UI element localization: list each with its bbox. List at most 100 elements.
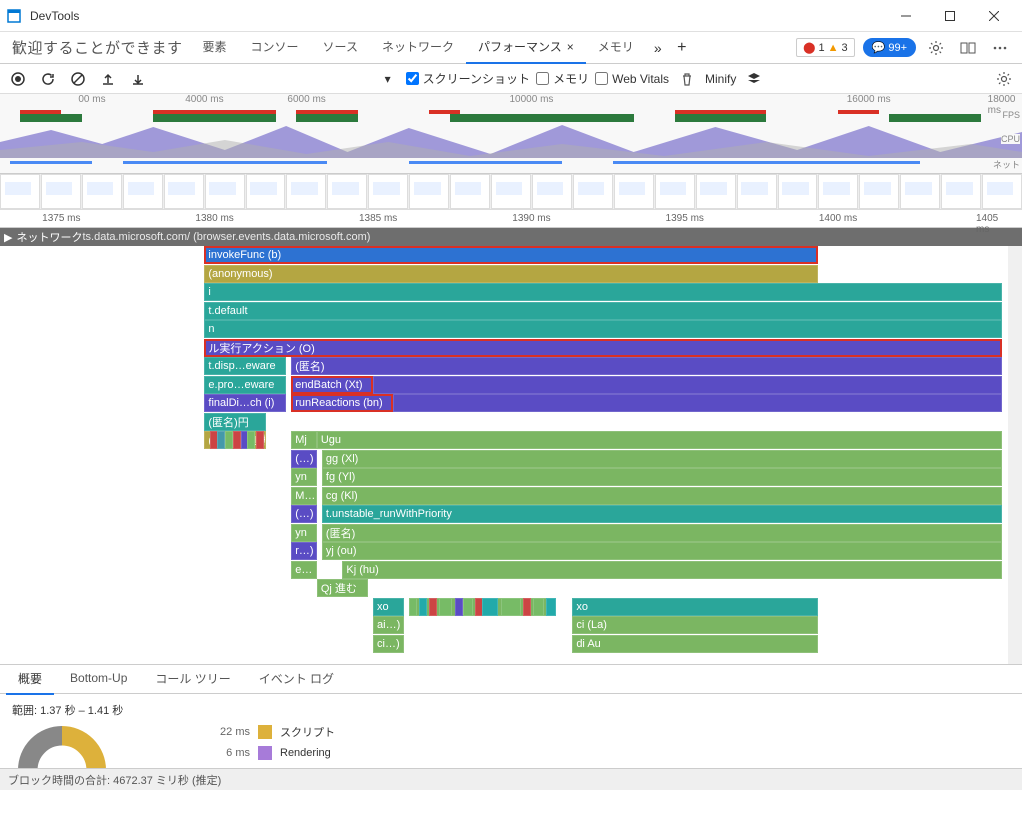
flame-bar[interactable]: yn [291, 468, 317, 486]
flame-bar[interactable]: invokeFunc (b) [204, 246, 817, 264]
record-button[interactable] [6, 67, 30, 91]
tab-console[interactable]: コンソー [239, 31, 311, 64]
flame-bar[interactable]: t.disp…eware [204, 357, 286, 375]
flame-scrollbar[interactable] [1008, 246, 1022, 664]
tab-eventlog[interactable]: イベント ログ [247, 664, 346, 695]
flame-bar[interactable]: (匿名) [291, 357, 1001, 375]
flame-bar[interactable]: Kj (hu) [342, 561, 1001, 579]
status-text: ブロック時間の合計: 4672.37 ミリ秒 (推定) [8, 772, 221, 788]
flame-bar[interactable]: (…) [291, 450, 317, 468]
issues-badge[interactable]: ⬤1 ▲3 [796, 38, 854, 57]
tab-elements[interactable]: 要素 [191, 31, 239, 64]
dock-icon[interactable] [956, 36, 980, 60]
tab-performance-label: パフォーマンス [478, 38, 562, 55]
flame-bar[interactable]: yj (ou) [322, 542, 1002, 560]
flame-bar[interactable]: (匿名)円 [204, 413, 265, 431]
network-track-label: ネットワーク [16, 229, 82, 245]
details-tabbar: 概要 Bottom-Up コール ツリー イベント ログ [0, 664, 1022, 694]
tab-summary[interactable]: 概要 [6, 664, 54, 695]
summary-range: 範囲: 1.37 秒 – 1.41 秒 [12, 702, 1010, 718]
flame-bar[interactable]: ci…) [373, 635, 404, 653]
titlebar: DevTools [0, 0, 1022, 32]
cpu-label: CPU [1001, 134, 1020, 144]
minimize-button[interactable] [884, 1, 928, 31]
flame-bar[interactable]: fg (Yl) [322, 468, 1002, 486]
flame-bar[interactable]: (匿名) [322, 524, 1002, 542]
legend-row: 22 msスクリプト [212, 724, 1010, 740]
flame-bar[interactable]: ル実行アクション (O) [204, 339, 1001, 357]
fps-label: FPS [1002, 110, 1020, 120]
overview-cpu [0, 122, 1022, 158]
filmstrip[interactable] [0, 174, 1022, 210]
tab-calltree[interactable]: コール ツリー [143, 664, 242, 695]
flame-bar[interactable]: cg (Kl) [322, 487, 1002, 505]
maximize-button[interactable] [928, 1, 972, 31]
perf-settings-icon[interactable] [992, 67, 1016, 91]
kebab-icon[interactable] [988, 36, 1012, 60]
screenshot-checkbox[interactable]: スクリーンショット [406, 70, 530, 87]
welcome-label: 歓迎することができます [4, 37, 191, 58]
status-bar: ブロック時間の合計: 4672.37 ミリ秒 (推定) [0, 768, 1022, 790]
clear-button[interactable] [66, 67, 90, 91]
minify-label: Minify [705, 72, 736, 86]
flame-bar[interactable]: t.default [204, 302, 1001, 320]
webvitals-checkbox[interactable]: Web Vitals [595, 72, 669, 86]
flame-bar[interactable]: ai…) [373, 616, 404, 634]
flame-bar[interactable]: Ugu [317, 431, 1002, 449]
perf-toolbar: ▾ スクリーンショット メモリ Web Vitals Minify [0, 64, 1022, 94]
flame-bar[interactable]: (…) [291, 505, 317, 523]
tab-network[interactable]: ネットワーク [370, 31, 466, 64]
dropdown-icon[interactable]: ▾ [376, 67, 400, 91]
more-tabs-button[interactable]: » [646, 36, 670, 60]
flame-bar[interactable]: Mj [291, 431, 317, 449]
flame-bar[interactable]: ci (La) [572, 616, 817, 634]
flame-bar[interactable]: r…) [291, 542, 317, 560]
legend-row: 6 msRendering [212, 746, 1010, 760]
reload-button[interactable] [36, 67, 60, 91]
flame-bar[interactable] [373, 376, 1002, 394]
flame-bar[interactable]: t.unstable_runWithPriority [322, 505, 1002, 523]
flame-bar[interactable]: e… [291, 561, 317, 579]
flame-bar[interactable]: xo [373, 598, 404, 616]
expand-icon[interactable]: ▶ [4, 231, 12, 244]
flame-bar[interactable]: yn [291, 524, 317, 542]
trash-icon[interactable] [675, 67, 699, 91]
flame-bar[interactable]: endBatch (Xt) [291, 376, 373, 394]
flame-bar[interactable]: gg (Xl) [322, 450, 1002, 468]
summary-panel: 範囲: 1.37 秒 – 1.41 秒 22 msスクリプト 6 msRender… [0, 694, 1022, 768]
filmstrip-frame[interactable] [0, 174, 40, 209]
flame-bar[interactable]: n [204, 320, 1001, 338]
overview-ruler: 00 ms4000 ms6000 ms10000 ms16000 ms18000… [0, 94, 1022, 110]
flame-chart[interactable]: invokeFunc (b)(anonymous)it.defaultnル実行ア… [0, 246, 1022, 664]
flame-bar[interactable]: runReactions (bn) [291, 394, 393, 412]
flame-bar[interactable]: e.pro…eware [204, 376, 286, 394]
flame-bar[interactable]: Qj 進む [317, 579, 368, 597]
overview-panel[interactable]: 00 ms4000 ms6000 ms10000 ms16000 ms18000… [0, 94, 1022, 174]
flame-bar[interactable]: i [204, 283, 1001, 301]
chat-badge[interactable]: 💬99+ [863, 38, 916, 57]
upload-button[interactable] [96, 67, 120, 91]
add-tab-button[interactable]: + [670, 36, 694, 60]
overview-fps [0, 110, 1022, 122]
net-label: ネット [993, 158, 1020, 171]
tab-sources[interactable]: ソース [311, 31, 370, 64]
flame-bar[interactable]: di Au [572, 635, 817, 653]
settings-icon[interactable] [924, 36, 948, 60]
layers-icon[interactable] [742, 67, 766, 91]
flame-bar[interactable]: M… [291, 487, 317, 505]
tab-memory[interactable]: メモリ [586, 31, 646, 64]
download-button[interactable] [126, 67, 150, 91]
flame-bar[interactable]: xo [572, 598, 817, 616]
close-button[interactable] [972, 1, 1016, 31]
tab-performance[interactable]: パフォーマンス × [466, 31, 586, 64]
flame-bar[interactable]: (anonymous) [204, 265, 817, 283]
tab-bottomup[interactable]: Bottom-Up [58, 665, 139, 693]
memory-checkbox[interactable]: メモリ [536, 70, 589, 87]
window-title: DevTools [30, 9, 884, 23]
devtools-icon [6, 8, 22, 24]
tab-close-icon[interactable]: × [567, 40, 574, 54]
detail-ruler[interactable]: 1375 ms1380 ms1385 ms1390 ms1395 ms1400 … [0, 210, 1022, 228]
flame-bar[interactable] [393, 394, 1001, 412]
network-track-header[interactable]: ▶ ネットワーク ts.data.microsoft.com/ (browser… [0, 228, 1022, 246]
flame-bar[interactable]: finalDi…ch (i) [204, 394, 286, 412]
